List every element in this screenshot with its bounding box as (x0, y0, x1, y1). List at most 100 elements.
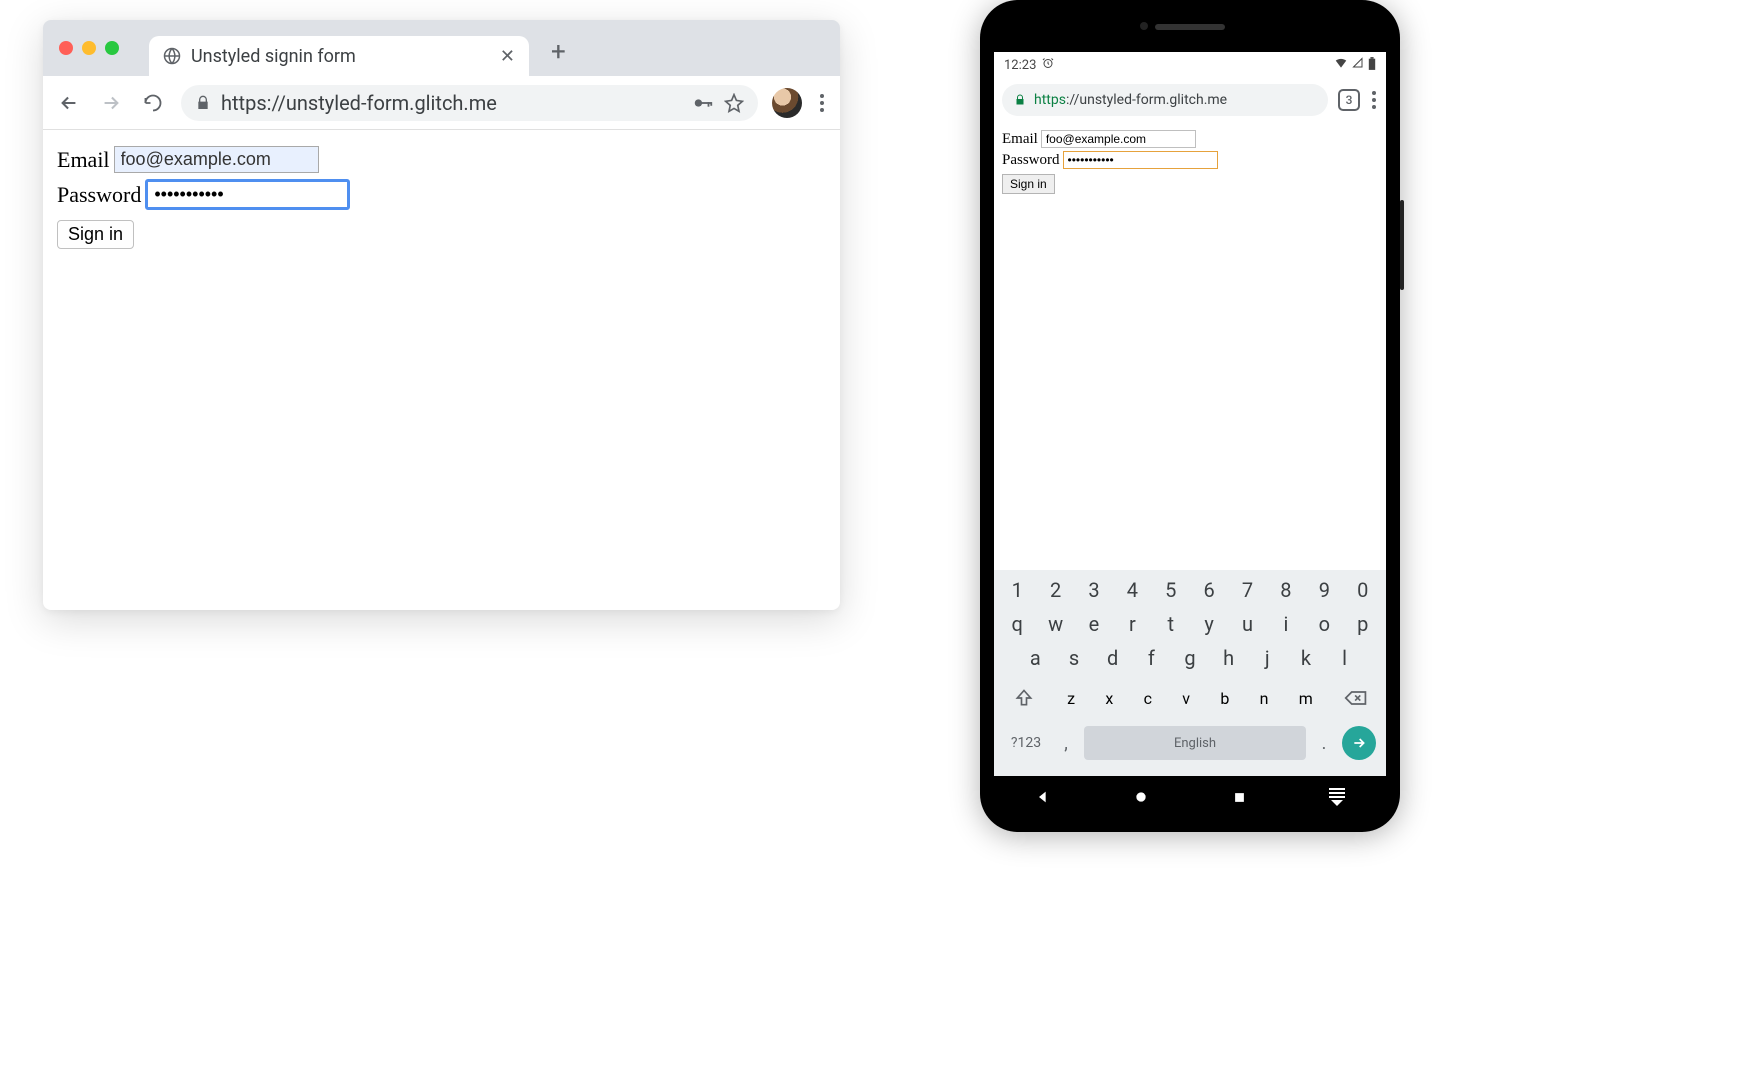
key-q[interactable]: q (1003, 612, 1031, 636)
key-j[interactable]: j (1253, 646, 1281, 670)
mobile-password-label: Password (1002, 152, 1060, 169)
key-b[interactable]: b (1220, 689, 1229, 708)
password-label: Password (57, 182, 141, 208)
mobile-password-input[interactable] (1063, 151, 1218, 169)
android-home-button[interactable] (1133, 789, 1149, 805)
tab-close-icon[interactable]: ✕ (500, 46, 515, 67)
tab-count-number: 3 (1346, 93, 1353, 107)
email-input[interactable] (114, 146, 319, 173)
enter-key[interactable] (1342, 726, 1376, 760)
key-s[interactable]: s (1060, 646, 1088, 670)
key-u[interactable]: u (1234, 612, 1262, 636)
key-k[interactable]: k (1292, 646, 1320, 670)
key-d[interactable]: d (1099, 646, 1127, 670)
key-y[interactable]: y (1195, 612, 1223, 636)
spacebar-key[interactable]: English (1084, 726, 1306, 760)
battery-icon (1368, 57, 1376, 74)
bookmark-star-icon[interactable] (724, 93, 744, 113)
comma-key[interactable]: , (1056, 733, 1076, 754)
profile-avatar[interactable] (772, 88, 802, 118)
back-button[interactable] (55, 89, 83, 117)
window-zoom-button[interactable] (105, 41, 119, 55)
backspace-key[interactable] (1336, 680, 1376, 716)
key-n[interactable]: n (1260, 689, 1269, 708)
tab-switcher-button[interactable]: 3 (1338, 89, 1360, 111)
key-a[interactable]: a (1021, 646, 1049, 670)
status-time: 12:23 (1004, 58, 1036, 73)
key-o[interactable]: o (1310, 612, 1338, 636)
mobile-signin-button[interactable]: Sign in (1002, 174, 1055, 194)
cell-signal-icon (1352, 57, 1364, 73)
key-7[interactable]: 7 (1234, 578, 1262, 602)
key-5[interactable]: 5 (1157, 578, 1185, 602)
soft-keyboard: 1234567890 qwertyuiop asdfghjkl zxcvbnm … (994, 570, 1386, 776)
key-0[interactable]: 0 (1349, 578, 1377, 602)
key-1[interactable]: 1 (1003, 578, 1031, 602)
key-2[interactable]: 2 (1042, 578, 1070, 602)
key-m[interactable]: m (1299, 689, 1313, 708)
symbols-key[interactable]: ?123 (1004, 735, 1048, 751)
keyboard-row-qwerty: qwertyuiop (998, 612, 1382, 636)
key-c[interactable]: c (1144, 689, 1152, 708)
key-g[interactable]: g (1176, 646, 1204, 670)
signin-button[interactable]: Sign in (57, 220, 134, 249)
browser-tab[interactable]: Unstyled signin form ✕ (149, 36, 529, 76)
key-6[interactable]: 6 (1195, 578, 1223, 602)
lock-icon (1014, 94, 1026, 106)
android-recents-button[interactable] (1232, 790, 1247, 805)
keyboard-row-zxcv: zxcvbnm (998, 680, 1382, 716)
browser-menu-button[interactable] (816, 90, 828, 116)
alarm-icon (1042, 57, 1054, 73)
keyboard-row-bottom: ?123 , English . (998, 726, 1382, 760)
key-p[interactable]: p (1349, 612, 1377, 636)
android-nav-bar (994, 776, 1386, 818)
globe-icon (163, 47, 181, 65)
key-4[interactable]: 4 (1118, 578, 1146, 602)
tab-title: Unstyled signin form (191, 46, 490, 67)
mobile-email-input[interactable] (1041, 130, 1196, 148)
spacebar-label: English (1174, 736, 1216, 751)
saved-password-key-icon[interactable] (692, 92, 714, 114)
key-w[interactable]: w (1042, 612, 1070, 636)
email-label: Email (57, 147, 110, 173)
android-back-button[interactable] (1035, 789, 1051, 805)
key-r[interactable]: r (1118, 612, 1146, 636)
mobile-menu-button[interactable] (1370, 89, 1378, 111)
keyboard-row-numbers: 1234567890 (998, 578, 1382, 602)
address-bar[interactable]: https://unstyled-form.glitch.me (181, 85, 758, 121)
forward-button[interactable] (97, 89, 125, 117)
key-x[interactable]: x (1105, 689, 1113, 708)
mobile-page-content: Email Password Sign in (994, 126, 1386, 570)
key-z[interactable]: z (1067, 689, 1075, 708)
key-8[interactable]: 8 (1272, 578, 1300, 602)
mobile-address-bar[interactable]: https://unstyled-form.glitch.me (1002, 84, 1328, 116)
mobile-email-label: Email (1002, 131, 1038, 148)
address-bar-url: https://unstyled-form.glitch.me (221, 91, 682, 115)
phone-camera-dot (1140, 22, 1148, 30)
key-9[interactable]: 9 (1310, 578, 1338, 602)
key-v[interactable]: v (1182, 689, 1190, 708)
phone-status-bar: 12:23 (994, 52, 1386, 78)
key-f[interactable]: f (1137, 646, 1165, 670)
key-3[interactable]: 3 (1080, 578, 1108, 602)
window-minimize-button[interactable] (82, 41, 96, 55)
window-close-button[interactable] (59, 41, 73, 55)
desktop-browser-window: Unstyled signin form ✕ + https://unstyle… (43, 20, 840, 610)
keyboard-collapse-button[interactable] (1329, 788, 1345, 806)
period-key[interactable]: . (1314, 733, 1334, 754)
key-t[interactable]: t (1157, 612, 1185, 636)
new-tab-button[interactable]: + (551, 37, 566, 67)
key-h[interactable]: h (1215, 646, 1243, 670)
keyboard-row-asdf: asdfghjkl (998, 646, 1382, 670)
shift-key[interactable] (1004, 680, 1044, 716)
desktop-toolbar: https://unstyled-form.glitch.me (43, 76, 840, 130)
key-i[interactable]: i (1272, 612, 1300, 636)
phone-device-frame: 12:23 (980, 0, 1400, 832)
mobile-toolbar: https://unstyled-form.glitch.me 3 (994, 78, 1386, 126)
desktop-tab-strip: Unstyled signin form ✕ + (43, 20, 840, 76)
key-e[interactable]: e (1080, 612, 1108, 636)
password-input[interactable] (145, 179, 350, 210)
key-l[interactable]: l (1331, 646, 1359, 670)
reload-button[interactable] (139, 89, 167, 117)
phone-earpiece (1155, 24, 1225, 30)
